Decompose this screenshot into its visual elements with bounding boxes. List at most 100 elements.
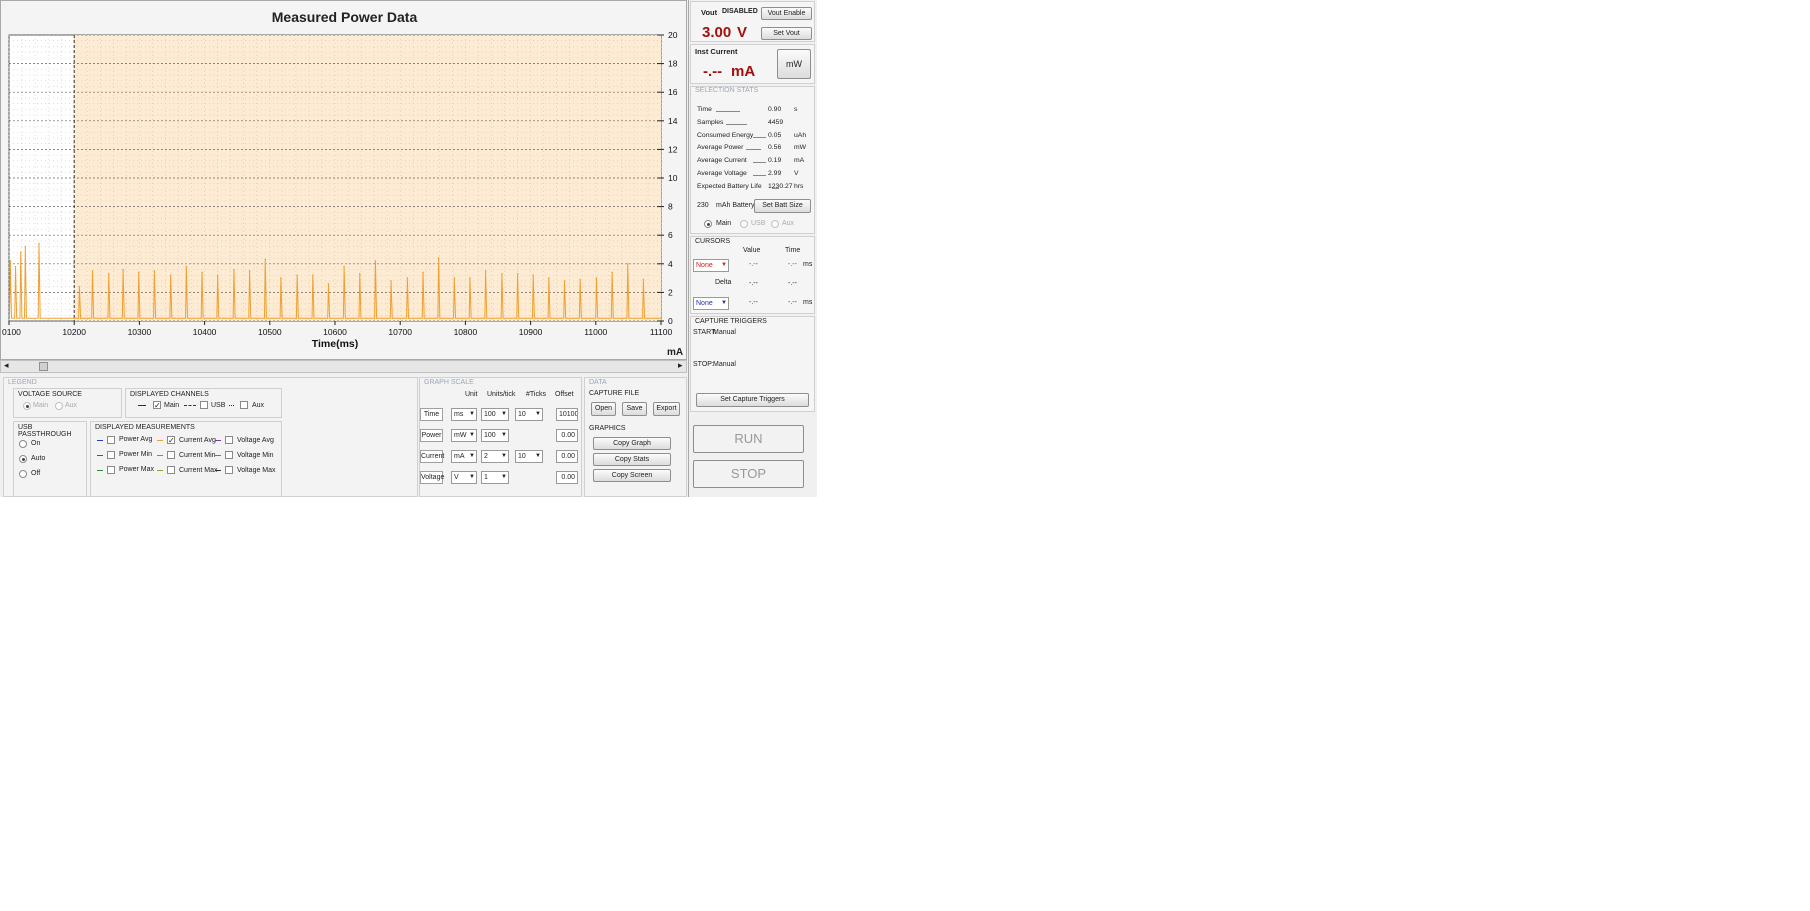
mw-toggle-button[interactable]: mW: [777, 49, 811, 79]
scroll-left-icon[interactable]: ◂: [4, 360, 9, 371]
voltage-max-swatch: [215, 470, 221, 471]
spike-point: [107, 273, 110, 275]
current-avg-checkbox[interactable]: ✓: [167, 436, 175, 445]
y-tick-label: 4: [668, 259, 673, 269]
voltage-unit-select[interactable]: V: [451, 471, 477, 484]
delta-time: -.--: [788, 280, 797, 287]
passthrough-off-radio[interactable]: [19, 470, 27, 478]
power-chart[interactable]: 0 2 4 6 8 10 12 14 16 18 20 0100 10200 10300 10400 1050…: [1, 1, 688, 359]
voltage-max-checkbox[interactable]: [225, 466, 233, 474]
stat-row: Time 0.90 s: [697, 106, 812, 116]
set-batt-size-button[interactable]: Set Batt Size: [754, 199, 811, 213]
power-offset-input[interactable]: 0.00: [556, 429, 578, 442]
cursors-panel: CURSORS Value Time None -.-- -.-- ms Del…: [690, 236, 815, 314]
stats-main-radio[interactable]: [704, 220, 712, 228]
y-tick-label: 16: [668, 87, 678, 97]
power-min-checkbox[interactable]: [107, 451, 115, 459]
y-tick-label: 12: [668, 144, 678, 154]
usb-line-swatch: [184, 405, 196, 406]
voltage-per-tick-select[interactable]: 1: [481, 471, 509, 484]
spike-point: [406, 277, 409, 279]
spike-point: [563, 280, 566, 282]
scale-header-ticks: #Ticks: [526, 391, 546, 398]
passthrough-on-radio[interactable]: [19, 440, 27, 448]
time-scrollbar[interactable]: ◂ ▸: [0, 360, 687, 373]
x-tick-label: 10600: [323, 327, 347, 337]
power-monitor-window: Measured Power Data 0 2 4 6 8 10 12 14 16 18 20 010…: [0, 0, 817, 497]
time-unit-select[interactable]: ms: [451, 408, 477, 421]
spike-point: [390, 280, 392, 282]
cursor1-select[interactable]: None: [693, 259, 729, 272]
current-min-swatch: [157, 455, 163, 456]
power-max-checkbox[interactable]: [107, 466, 115, 474]
voltage-max-label: Voltage Max: [237, 467, 276, 474]
copy-stats-button[interactable]: Copy Stats: [593, 453, 671, 466]
spike-point: [9, 260, 12, 262]
passthrough-auto-radio[interactable]: [19, 455, 27, 463]
spike-point: [611, 271, 613, 274]
current-avg-label: Current Avg: [179, 437, 216, 444]
stat-value: 0.19: [768, 157, 782, 165]
power-min-label: Power Min: [119, 451, 153, 458]
scale-time-label: Time: [420, 408, 443, 421]
stat-row: Average Power 0.56 mW: [697, 144, 812, 154]
stop-button[interactable]: STOP: [693, 460, 804, 488]
power-min-swatch: [97, 455, 103, 456]
set-vout-button[interactable]: Set Vout: [761, 27, 812, 40]
y-tick-label: 6: [668, 230, 673, 240]
stat-value: 0.56: [768, 144, 782, 152]
current-per-tick-select[interactable]: 2: [481, 450, 509, 463]
stat-row: Samples 4459: [697, 119, 812, 129]
scale-power-label: Power: [420, 429, 443, 442]
spike-point: [374, 260, 377, 262]
voltage-offset-input[interactable]: 0.00: [556, 471, 578, 484]
vout-enable-button[interactable]: Vout Enable: [761, 7, 812, 20]
cursor2-select[interactable]: None: [693, 297, 729, 310]
displayed-measurements-title: DISPLAYED MEASUREMENTS: [95, 424, 195, 431]
voltage-avg-checkbox[interactable]: [225, 436, 233, 444]
stats-usb-radio[interactable]: [740, 220, 748, 228]
current-min-checkbox[interactable]: [167, 451, 175, 459]
spike-point: [422, 271, 424, 274]
stats-aux-radio[interactable]: [771, 220, 779, 228]
channel-main-checkbox[interactable]: ✓: [153, 401, 161, 410]
copy-graph-button[interactable]: Copy Graph: [593, 437, 671, 450]
voltage-source-aux-radio[interactable]: [55, 402, 63, 410]
current-max-checkbox[interactable]: [167, 466, 175, 474]
save-button[interactable]: Save: [622, 402, 647, 416]
current-ticks-select[interactable]: 10: [515, 450, 543, 463]
scroll-thumb[interactable]: [39, 362, 48, 371]
power-avg-checkbox[interactable]: [107, 436, 115, 444]
time-offset-input[interactable]: 10100: [556, 408, 578, 421]
time-ticks-select[interactable]: 10: [515, 408, 543, 421]
run-button[interactable]: RUN: [693, 425, 804, 453]
voltage-source-main-radio[interactable]: [23, 402, 31, 410]
trigger-stop-label: STOP:: [693, 361, 714, 368]
scroll-right-icon[interactable]: ▸: [678, 360, 683, 371]
power-unit-select[interactable]: mW: [451, 429, 477, 442]
open-button[interactable]: Open: [591, 402, 616, 416]
spike-point: [626, 263, 629, 265]
scale-current-label: Current: [420, 450, 444, 463]
delta-label: Delta: [715, 279, 732, 286]
graphics-title: GRAPHICS: [589, 425, 626, 432]
copy-screen-button[interactable]: Copy Screen: [593, 469, 671, 482]
channel-usb-checkbox[interactable]: [200, 401, 208, 409]
current-offset-input[interactable]: 0.00: [556, 450, 578, 463]
voltage-source-aux-label: Aux: [65, 402, 78, 409]
export-button[interactable]: Export: [653, 402, 680, 416]
channel-aux-checkbox[interactable]: [240, 401, 248, 409]
set-capture-triggers-button[interactable]: Set Capture Triggers: [696, 393, 809, 407]
power-per-tick-select[interactable]: 100: [481, 429, 509, 442]
cursor2-value: -.--: [749, 299, 758, 306]
capture-triggers-section-label: CAPTURE TRIGGERS: [695, 318, 767, 325]
current-unit-select[interactable]: mA: [451, 450, 477, 463]
spike-point: [264, 258, 267, 261]
inst-current-value: -.--: [703, 63, 723, 80]
time-per-tick-select[interactable]: 100: [481, 408, 509, 421]
voltage-min-checkbox[interactable]: [225, 451, 233, 459]
spike-point: [516, 273, 519, 275]
x-tick-label: 10400: [193, 327, 217, 337]
spike-point: [437, 257, 440, 259]
stat-line-swatch: [716, 111, 741, 112]
